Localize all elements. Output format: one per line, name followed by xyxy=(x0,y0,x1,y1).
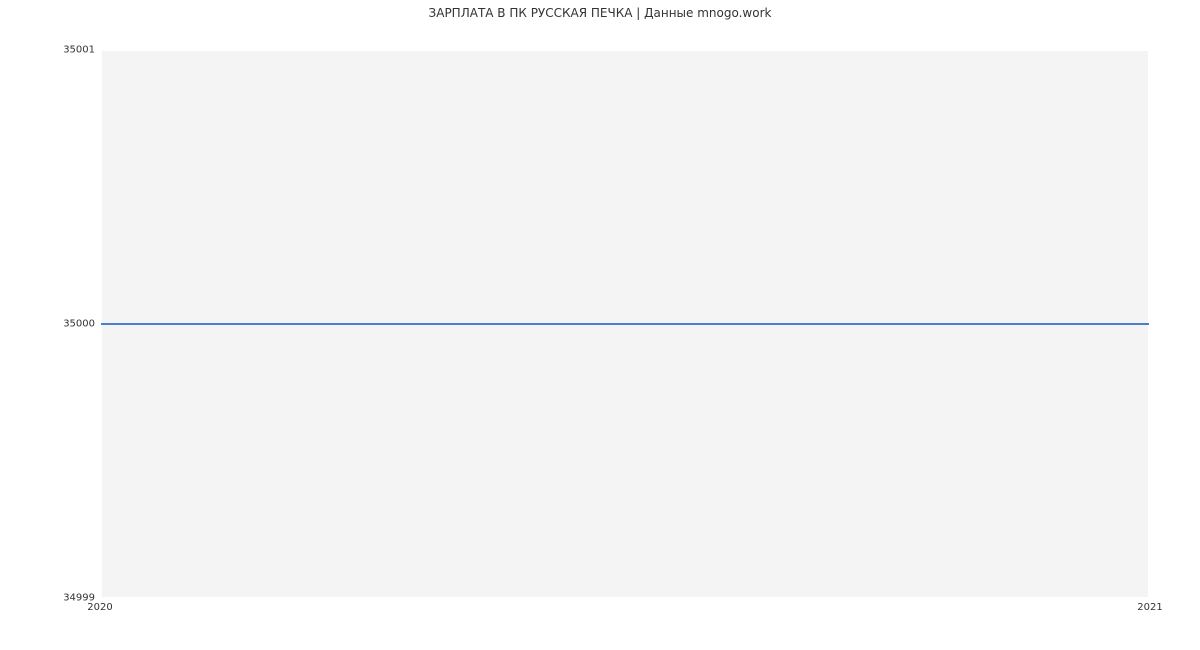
data-series-line xyxy=(101,323,1149,325)
y-tick-label: 35000 xyxy=(63,319,95,330)
chart-title: ЗАРПЛАТА В ПК РУССКАЯ ПЕЧКА | Данные mno… xyxy=(0,6,1200,20)
y-tick-label: 35001 xyxy=(63,45,95,56)
x-tick-label: 2020 xyxy=(87,602,112,613)
x-tick-label: 2021 xyxy=(1137,602,1162,613)
plot-area xyxy=(100,50,1150,598)
